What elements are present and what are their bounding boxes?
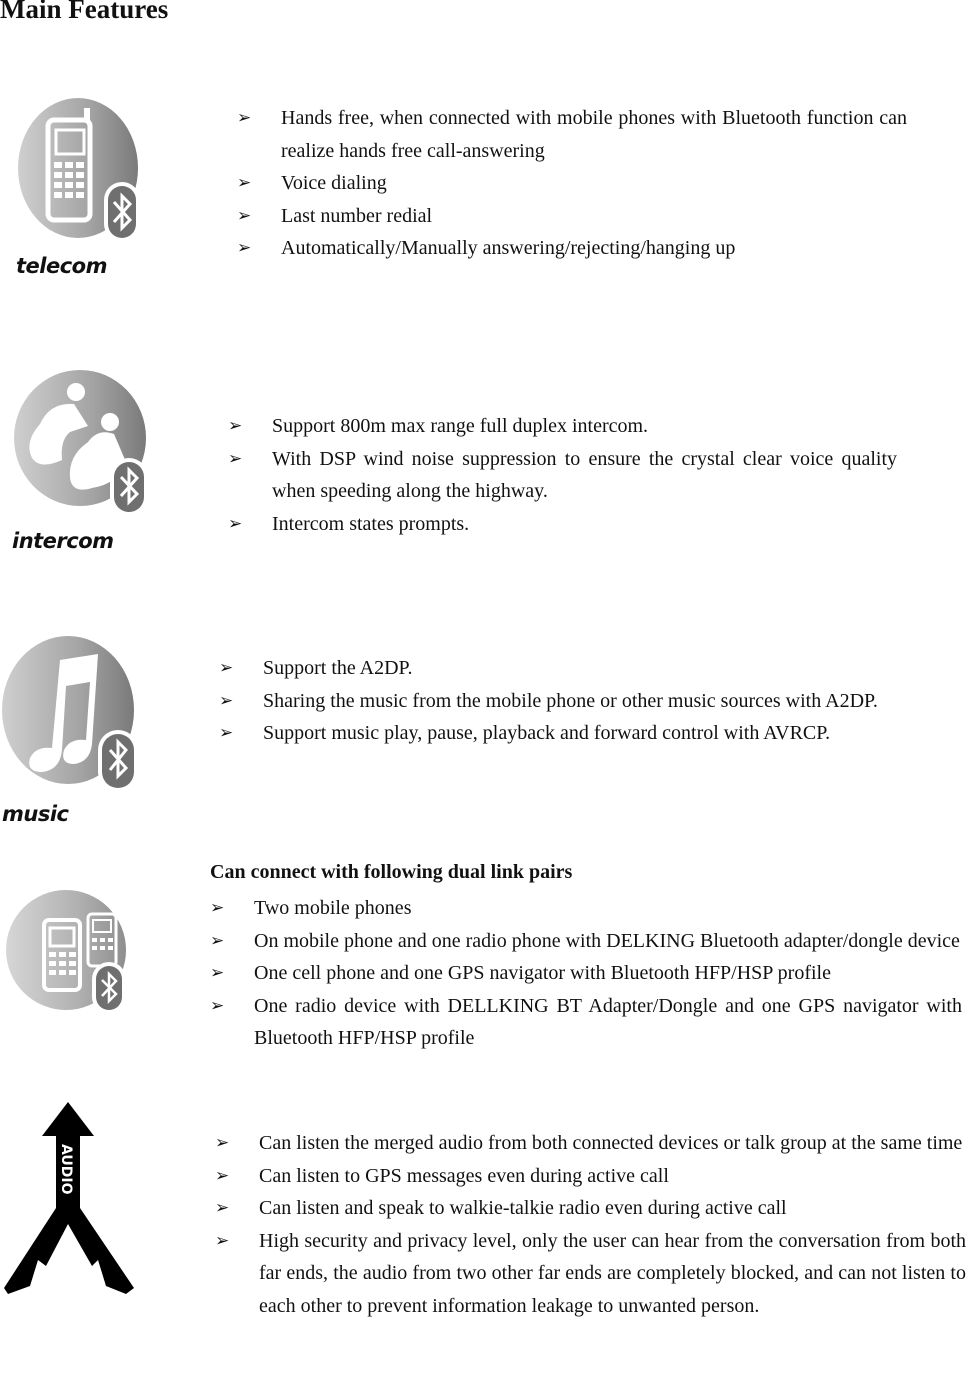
bullet-arrow-icon: ➢	[215, 1133, 230, 1153]
intercom-label: intercom	[12, 529, 114, 553]
page-title: Main Features	[0, 0, 169, 24]
telecom-icon	[14, 96, 144, 246]
intercom-icon	[10, 366, 150, 518]
dual-link-feature-list: ➢ Two mobile phones ➢ On mobile phone and …	[210, 892, 962, 1055]
bluetooth-icon	[104, 182, 140, 242]
bullet-arrow-icon: ➢	[215, 1230, 230, 1251]
list-item: ➢ Automatically/Manually answering/reject…	[237, 232, 907, 265]
bullet-arrow-icon: ➢	[215, 1198, 230, 1218]
list-item: ➢ Intercom states prompts.	[228, 508, 897, 541]
bullet-arrow-icon: ➢	[215, 1165, 230, 1186]
list-item: ➢ Two mobile phones	[210, 892, 962, 925]
list-item: ➢ One cell phone and one GPS navigator wi…	[210, 957, 962, 990]
bluetooth-icon	[92, 962, 126, 1014]
bluetooth-icon	[98, 730, 138, 792]
audio-feature-list: ➢ Can listen the merged audio from both c…	[215, 1127, 966, 1322]
list-item: ➢ Can listen the merged audio from both c…	[215, 1127, 966, 1160]
audio-split-arrow-icon: AUDIO	[2, 1098, 142, 1298]
list-item: ➢ Voice dialing	[237, 167, 907, 200]
bullet-arrow-icon: ➢	[210, 963, 225, 983]
list-item: ➢ Support the A2DP.	[219, 652, 904, 685]
audio-icon-text: AUDIO	[58, 1144, 74, 1195]
list-item: ➢ On mobile phone and one radio phone wit…	[210, 925, 962, 958]
dual-link-heading: Can connect with following dual link pai…	[210, 861, 573, 883]
bullet-arrow-icon: ➢	[210, 995, 225, 1016]
bullet-arrow-icon: ➢	[228, 416, 243, 436]
list-item: ➢ Can listen and speak to walkie-talkie r…	[215, 1192, 966, 1225]
list-item: ➢ Support music play, pause, playback and…	[219, 717, 904, 750]
bullet-arrow-icon: ➢	[237, 205, 252, 226]
list-item: ➢ High security and privacy level, only t…	[215, 1225, 966, 1323]
bullet-arrow-icon: ➢	[228, 448, 243, 469]
list-item: ➢ Can listen to GPS messages even during …	[215, 1160, 966, 1193]
bullet-arrow-icon: ➢	[228, 513, 243, 534]
list-item: ➢ Last number redial	[237, 200, 907, 233]
list-item: ➢ Sharing the music from the mobile phone…	[219, 685, 904, 718]
telecom-label: telecom	[16, 254, 107, 278]
music-feature-list: ➢ Support the A2DP. ➢ Sharing the music fr…	[219, 652, 904, 750]
list-item: ➢ One radio device with DELLKING BT Adapt…	[210, 990, 962, 1055]
intercom-feature-list: ➢ Support 800m max range full duplex inte…	[228, 410, 897, 540]
dual-phones-icon	[4, 886, 134, 1016]
list-item: ➢ Support 800m max range full duplex inte…	[228, 410, 897, 443]
bullet-arrow-icon: ➢	[219, 690, 234, 711]
bullet-arrow-icon: ➢	[237, 108, 252, 128]
bluetooth-icon	[110, 458, 148, 516]
music-icon	[0, 634, 140, 794]
music-label: music	[2, 802, 69, 826]
bullet-arrow-icon: ➢	[237, 238, 252, 258]
bullet-arrow-icon: ➢	[219, 658, 234, 678]
bullet-arrow-icon: ➢	[219, 723, 234, 743]
list-item: ➢ With DSP wind noise suppression to ensu…	[228, 443, 897, 508]
bullet-arrow-icon: ➢	[210, 930, 225, 951]
telecom-feature-list: ➢ Hands free, when connected with mobile …	[237, 102, 907, 265]
bullet-arrow-icon: ➢	[237, 173, 252, 193]
bullet-arrow-icon: ➢	[210, 898, 225, 918]
list-item: ➢ Hands free, when connected with mobile …	[237, 102, 907, 167]
